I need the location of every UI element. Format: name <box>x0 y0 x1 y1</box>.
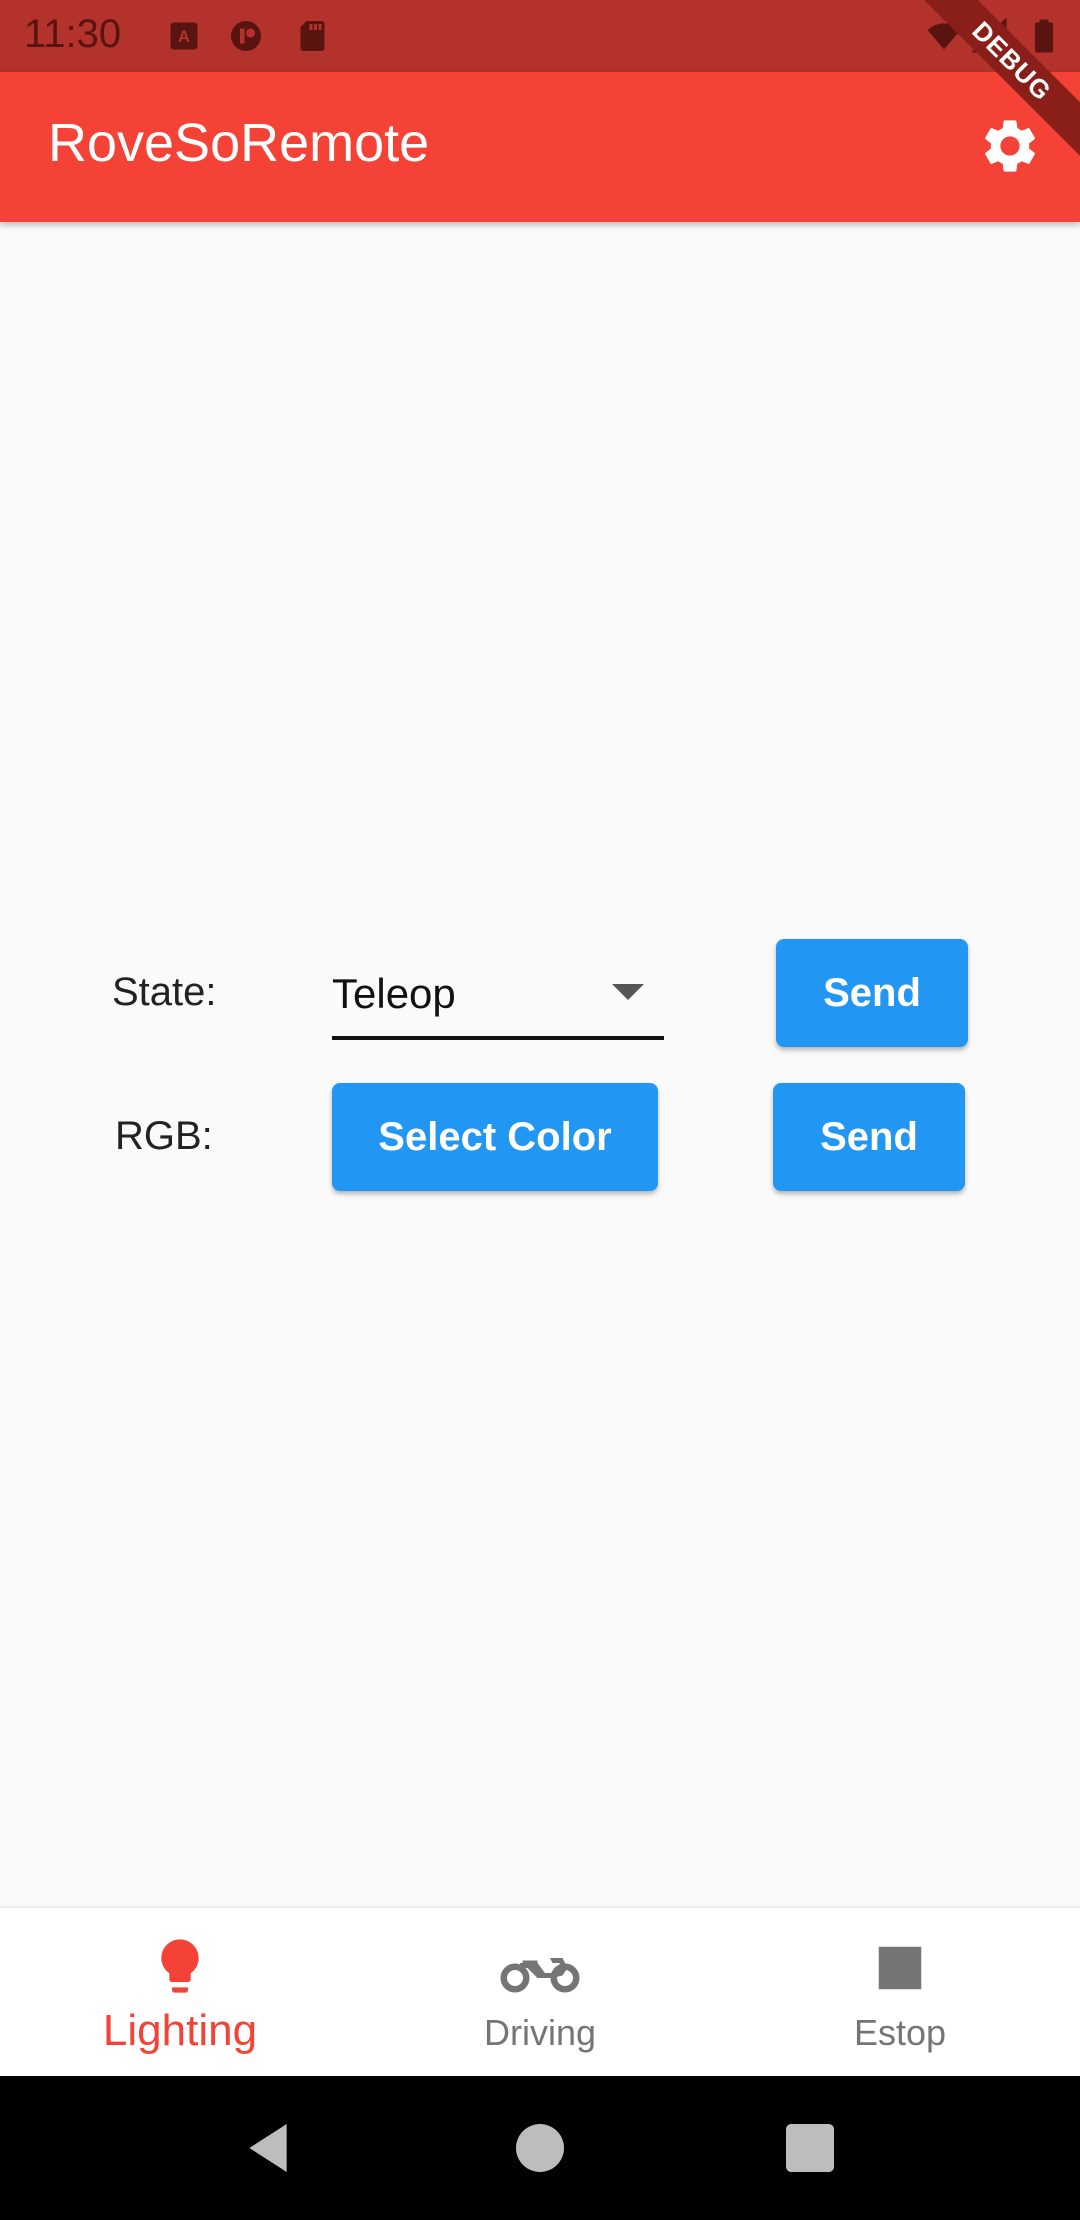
settings-button[interactable] <box>978 114 1042 178</box>
nav-label-driving: Driving <box>483 2012 597 2053</box>
system-navigation-bar <box>0 2076 1080 2220</box>
gear-icon <box>985 120 1035 172</box>
status-bar: 11:30 A <box>0 0 1080 72</box>
a-box-icon: A <box>166 18 202 54</box>
state-send-button[interactable]: Send <box>776 939 968 1047</box>
select-color-label: Select Color <box>378 1114 612 1159</box>
nav-item-estop[interactable]: Estop <box>720 1908 1080 2078</box>
battery-icon <box>1026 18 1062 54</box>
nav-item-lighting[interactable]: Lighting <box>0 1908 360 2078</box>
select-color-button[interactable]: Select Color <box>332 1083 658 1191</box>
state-send-label: Send <box>823 970 921 1015</box>
svg-text:A: A <box>178 28 190 46</box>
app-bar: RoveSoRemote <box>0 72 1080 222</box>
rgb-send-label: Send <box>820 1114 918 1159</box>
app-title: RoveSoRemote <box>48 113 430 173</box>
back-icon[interactable] <box>236 2116 300 2180</box>
nav-label-lighting: Lighting <box>102 2006 258 2055</box>
dropdown-arrow-icon <box>612 984 644 1000</box>
nav-item-driving[interactable]: Driving <box>360 1908 720 2078</box>
cast-icon <box>228 18 264 54</box>
nav-label-estop: Estop <box>853 2012 947 2053</box>
lightbulb-icon <box>148 1934 212 1998</box>
rgb-label: RGB: <box>115 1114 213 1158</box>
sd-card-icon <box>296 18 332 54</box>
home-icon[interactable] <box>508 2116 572 2180</box>
bottom-navigation: Lighting Driving Estop <box>0 1906 1080 2076</box>
rgb-send-button[interactable]: Send <box>773 1083 965 1191</box>
state-dropdown-value: Teleop <box>332 970 456 1017</box>
status-time: 11:30 <box>24 12 122 56</box>
stop-icon <box>870 1938 930 1998</box>
state-label: State: <box>112 970 217 1014</box>
state-dropdown[interactable]: Teleop <box>332 960 664 1040</box>
motorcycle-icon <box>500 1938 580 1998</box>
recents-icon[interactable] <box>778 2116 842 2180</box>
